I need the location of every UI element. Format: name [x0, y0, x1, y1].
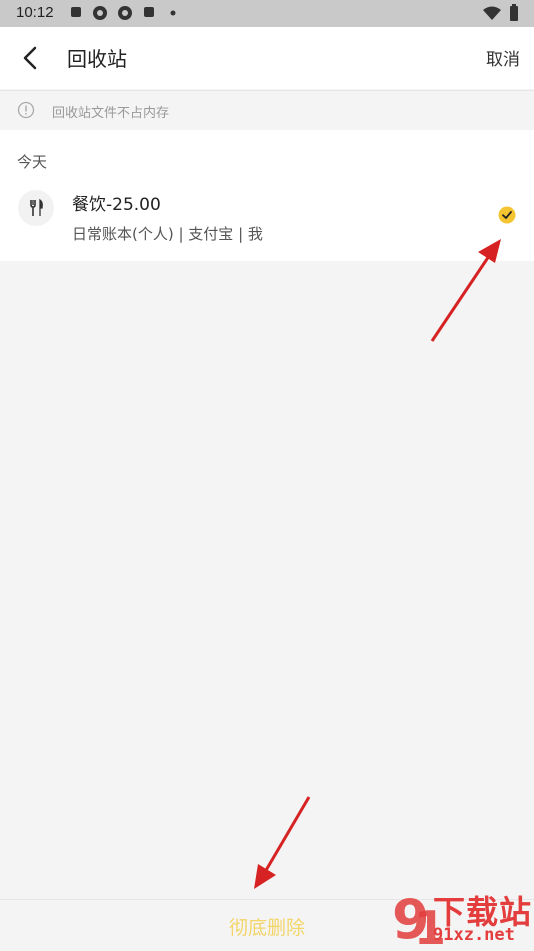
fork-knife-icon: [30, 198, 43, 216]
recycle-list: 今天 餐饮-25.00 日常账本(个人) | 支付宝 | 我: [0, 130, 534, 261]
more-dot-icon: [170, 10, 176, 16]
status-bar: 10:12: [0, 0, 534, 27]
selected-check-icon[interactable]: [498, 206, 516, 224]
list-item[interactable]: 餐饮-25.00 日常账本(个人) | 支付宝 | 我: [0, 182, 534, 260]
wifi-icon: [483, 6, 501, 20]
info-circle-icon: [17, 101, 35, 119]
notification-square-icon: [71, 7, 81, 17]
category-badge: [18, 190, 54, 226]
page-title: 回收站: [67, 47, 127, 71]
aperture-icon: [93, 6, 107, 20]
record-meta: 日常账本(个人) | 支付宝 | 我: [72, 225, 263, 243]
info-notice: 回收站文件不占内存: [0, 90, 534, 131]
battery-icon: [510, 4, 518, 21]
cancel-button[interactable]: 取消: [486, 45, 520, 70]
notification-square-icon: [144, 7, 154, 17]
back-arrow-icon[interactable]: [18, 45, 44, 71]
date-group-label: 今天: [17, 153, 48, 171]
annotation-arrow: [254, 796, 311, 889]
record-amount: 餐饮-25.00: [72, 195, 161, 215]
notice-text: 回收站文件不占内存: [52, 106, 170, 121]
top-bar: 回收站 取消: [0, 27, 534, 89]
aperture-icon: [118, 6, 132, 20]
watermark-url: 91xz.net: [433, 925, 515, 945]
status-time: 10:12: [16, 4, 54, 21]
